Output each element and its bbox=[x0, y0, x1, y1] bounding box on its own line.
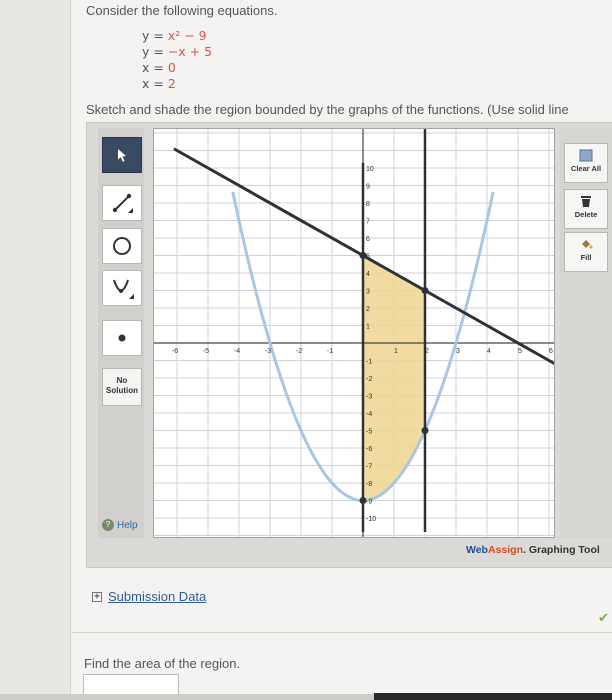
graph-canvas[interactable]: -6 -5 -4 -3 -2 -1 1 2 3 4 5 6 10 9 8 7 6 5 4 3 2 1 -1 -2 -3 -4 -5 -… bbox=[153, 128, 555, 538]
point-tool-button[interactable] bbox=[102, 320, 142, 356]
parabola-tool-button[interactable] bbox=[102, 270, 142, 306]
pointer-tool-button[interactable] bbox=[102, 137, 142, 173]
question-intro: Consider the following equations. bbox=[86, 3, 278, 18]
webassign-brand: WebAssign. Graphing Tool bbox=[466, 544, 600, 556]
y-tick-label: -3 bbox=[366, 394, 372, 401]
y-tick-label: 2 bbox=[366, 306, 370, 313]
delete-button[interactable]: Delete bbox=[564, 189, 608, 229]
shaded-region bbox=[363, 255, 425, 501]
trash-icon bbox=[581, 196, 591, 207]
y-tick-label: -5 bbox=[366, 429, 372, 436]
help-link[interactable]: ? Help bbox=[102, 519, 138, 531]
y-tick-label: -2 bbox=[366, 376, 372, 383]
x-tick-label: -6 bbox=[172, 348, 178, 355]
divider bbox=[70, 632, 612, 633]
y-tick-label: -1 bbox=[366, 359, 372, 366]
x-tick-label: -2 bbox=[296, 348, 302, 355]
clear-all-button[interactable]: Clear All bbox=[564, 143, 608, 183]
x-tick-label: -1 bbox=[327, 348, 333, 355]
y-tick-label: -7 bbox=[366, 464, 372, 471]
arrow-pointer-icon bbox=[118, 149, 126, 162]
y-tick-label: 5 bbox=[366, 254, 370, 261]
parabola-tool-icon bbox=[113, 279, 134, 299]
equation-4: x = 2 bbox=[142, 76, 176, 91]
bottom-bar bbox=[374, 693, 612, 700]
y-tick-label: 7 bbox=[366, 219, 370, 226]
submission-data-label: Submission Data bbox=[108, 589, 207, 604]
equation-2: y = −x + 5 bbox=[142, 44, 213, 59]
x-tick-label: 1 bbox=[394, 348, 398, 355]
clear-all-icon bbox=[579, 149, 593, 162]
y-tick-label: -10 bbox=[366, 516, 376, 523]
fill-label: Fill bbox=[580, 253, 592, 262]
area-answer-input[interactable] bbox=[83, 674, 179, 696]
y-tick-label: -6 bbox=[366, 446, 372, 453]
clear-all-label: Clear All bbox=[570, 164, 602, 173]
x-tick-label: 4 bbox=[487, 348, 491, 355]
graph-point bbox=[421, 427, 429, 434]
checkmark-icon: ✔ bbox=[598, 610, 609, 625]
paint-bucket-icon bbox=[582, 240, 593, 249]
coordinate-plane[interactable]: -6 -5 -4 -3 -2 -1 1 2 3 4 5 6 10 9 8 7 6 5 4 3 2 1 -1 -2 -3 -4 -5 -… bbox=[154, 129, 555, 538]
x-tick-label: 3 bbox=[456, 348, 460, 355]
instruction-text: Sketch and shade the region bounded by t… bbox=[86, 102, 569, 117]
y-tick-label: -9 bbox=[366, 499, 372, 506]
line-tool-button[interactable] bbox=[102, 185, 142, 221]
x-tick-label: -4 bbox=[234, 348, 240, 355]
y-tick-label: 6 bbox=[366, 236, 370, 243]
no-solution-button[interactable]: No Solution bbox=[102, 368, 142, 406]
y-tick-label: -4 bbox=[366, 411, 372, 418]
line-tool-icon bbox=[112, 193, 133, 213]
point-tool-icon bbox=[118, 334, 126, 342]
equation-1: y = x² − 9 bbox=[142, 28, 207, 43]
y-tick-label: 3 bbox=[366, 289, 370, 296]
graph-point bbox=[421, 287, 429, 294]
expand-icon: + bbox=[92, 590, 102, 602]
circle-tool-button[interactable] bbox=[102, 228, 142, 264]
y-tick-label: -8 bbox=[366, 481, 372, 488]
equation-3: x = 0 bbox=[142, 60, 176, 75]
x-tick-label: -3 bbox=[265, 348, 271, 355]
y-tick-label: 1 bbox=[366, 324, 370, 331]
find-area-prompt: Find the area of the region. bbox=[84, 656, 241, 671]
help-label: Help bbox=[117, 519, 138, 531]
circle-tool-icon bbox=[113, 237, 131, 255]
y-tick-label: 4 bbox=[366, 271, 370, 278]
submission-data-toggle[interactable]: + Submission Data bbox=[92, 589, 206, 604]
x-tick-label: 5 bbox=[518, 348, 522, 355]
y-tick-label: 9 bbox=[366, 184, 370, 191]
x-tick-label: -5 bbox=[203, 348, 209, 355]
x-tick-label: 6 bbox=[549, 348, 553, 355]
fill-button[interactable]: Fill bbox=[564, 232, 608, 272]
y-tick-label: 8 bbox=[366, 201, 370, 208]
y-tick-label: 10 bbox=[366, 166, 374, 173]
delete-label: Delete bbox=[574, 210, 598, 219]
help-icon: ? bbox=[102, 519, 114, 531]
x-tick-label: 2 bbox=[425, 348, 429, 355]
